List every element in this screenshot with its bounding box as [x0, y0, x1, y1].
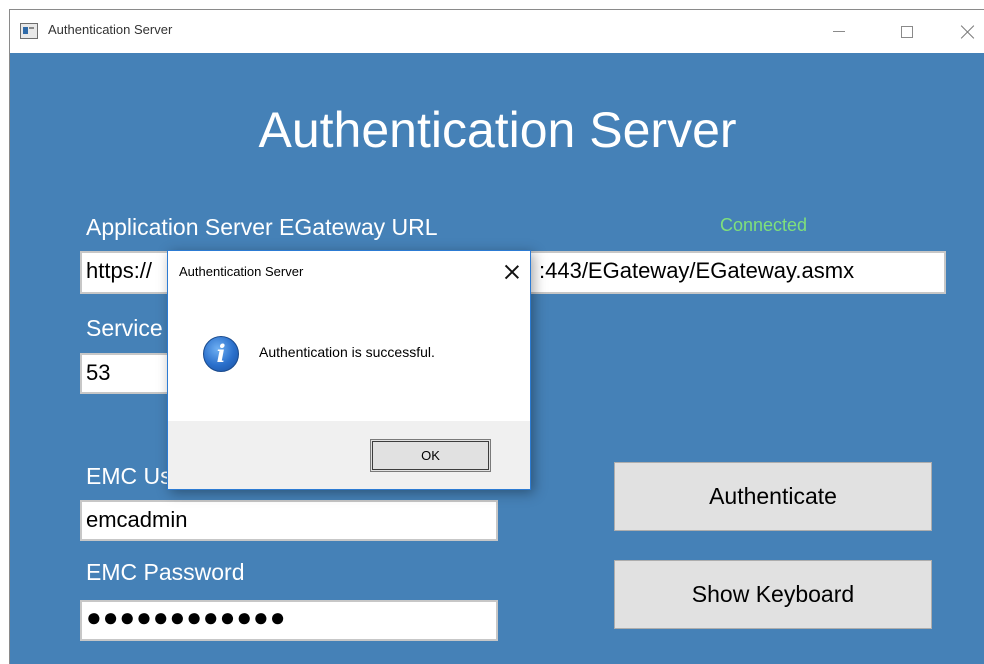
title-bar[interactable]: Authentication Server — [10, 10, 984, 53]
user-input[interactable]: emcadmin — [80, 500, 498, 541]
user-label: EMC Us — [86, 463, 172, 489]
dialog-footer: OK — [168, 421, 530, 489]
app-icon — [20, 23, 38, 39]
show-keyboard-button[interactable]: Show Keyboard — [614, 560, 932, 629]
minimize-icon — [833, 31, 845, 32]
connection-status: Connected — [720, 215, 808, 235]
password-label: EMC Password — [86, 559, 245, 585]
maximize-icon — [901, 25, 913, 38]
url-label: Application Server EGateway URL — [86, 214, 438, 240]
url-value: https:// — [86, 258, 153, 283]
password-input[interactable]: ●●●●●●●●●●●● — [80, 600, 498, 641]
close-button[interactable] — [945, 10, 984, 53]
dialog-message: Authentication is successful. — [259, 344, 435, 360]
info-icon: i — [203, 336, 239, 372]
dialog-title: Authentication Server — [179, 264, 304, 279]
ok-button[interactable]: OK — [370, 439, 491, 472]
dialog-close-icon[interactable] — [502, 262, 522, 282]
maximize-button[interactable] — [884, 10, 930, 53]
url-value-suffix: :443/EGateway/EGateway.asmx — [539, 258, 855, 283]
message-dialog: Authentication Server i Authentication i… — [167, 250, 531, 490]
service-label: Service — [86, 315, 163, 341]
page-title: Authentication Server — [258, 102, 737, 158]
authenticate-button[interactable]: Authenticate — [614, 462, 932, 531]
close-icon — [961, 25, 975, 39]
window-title: Authentication Server — [48, 22, 173, 37]
minimize-button[interactable] — [816, 10, 862, 53]
